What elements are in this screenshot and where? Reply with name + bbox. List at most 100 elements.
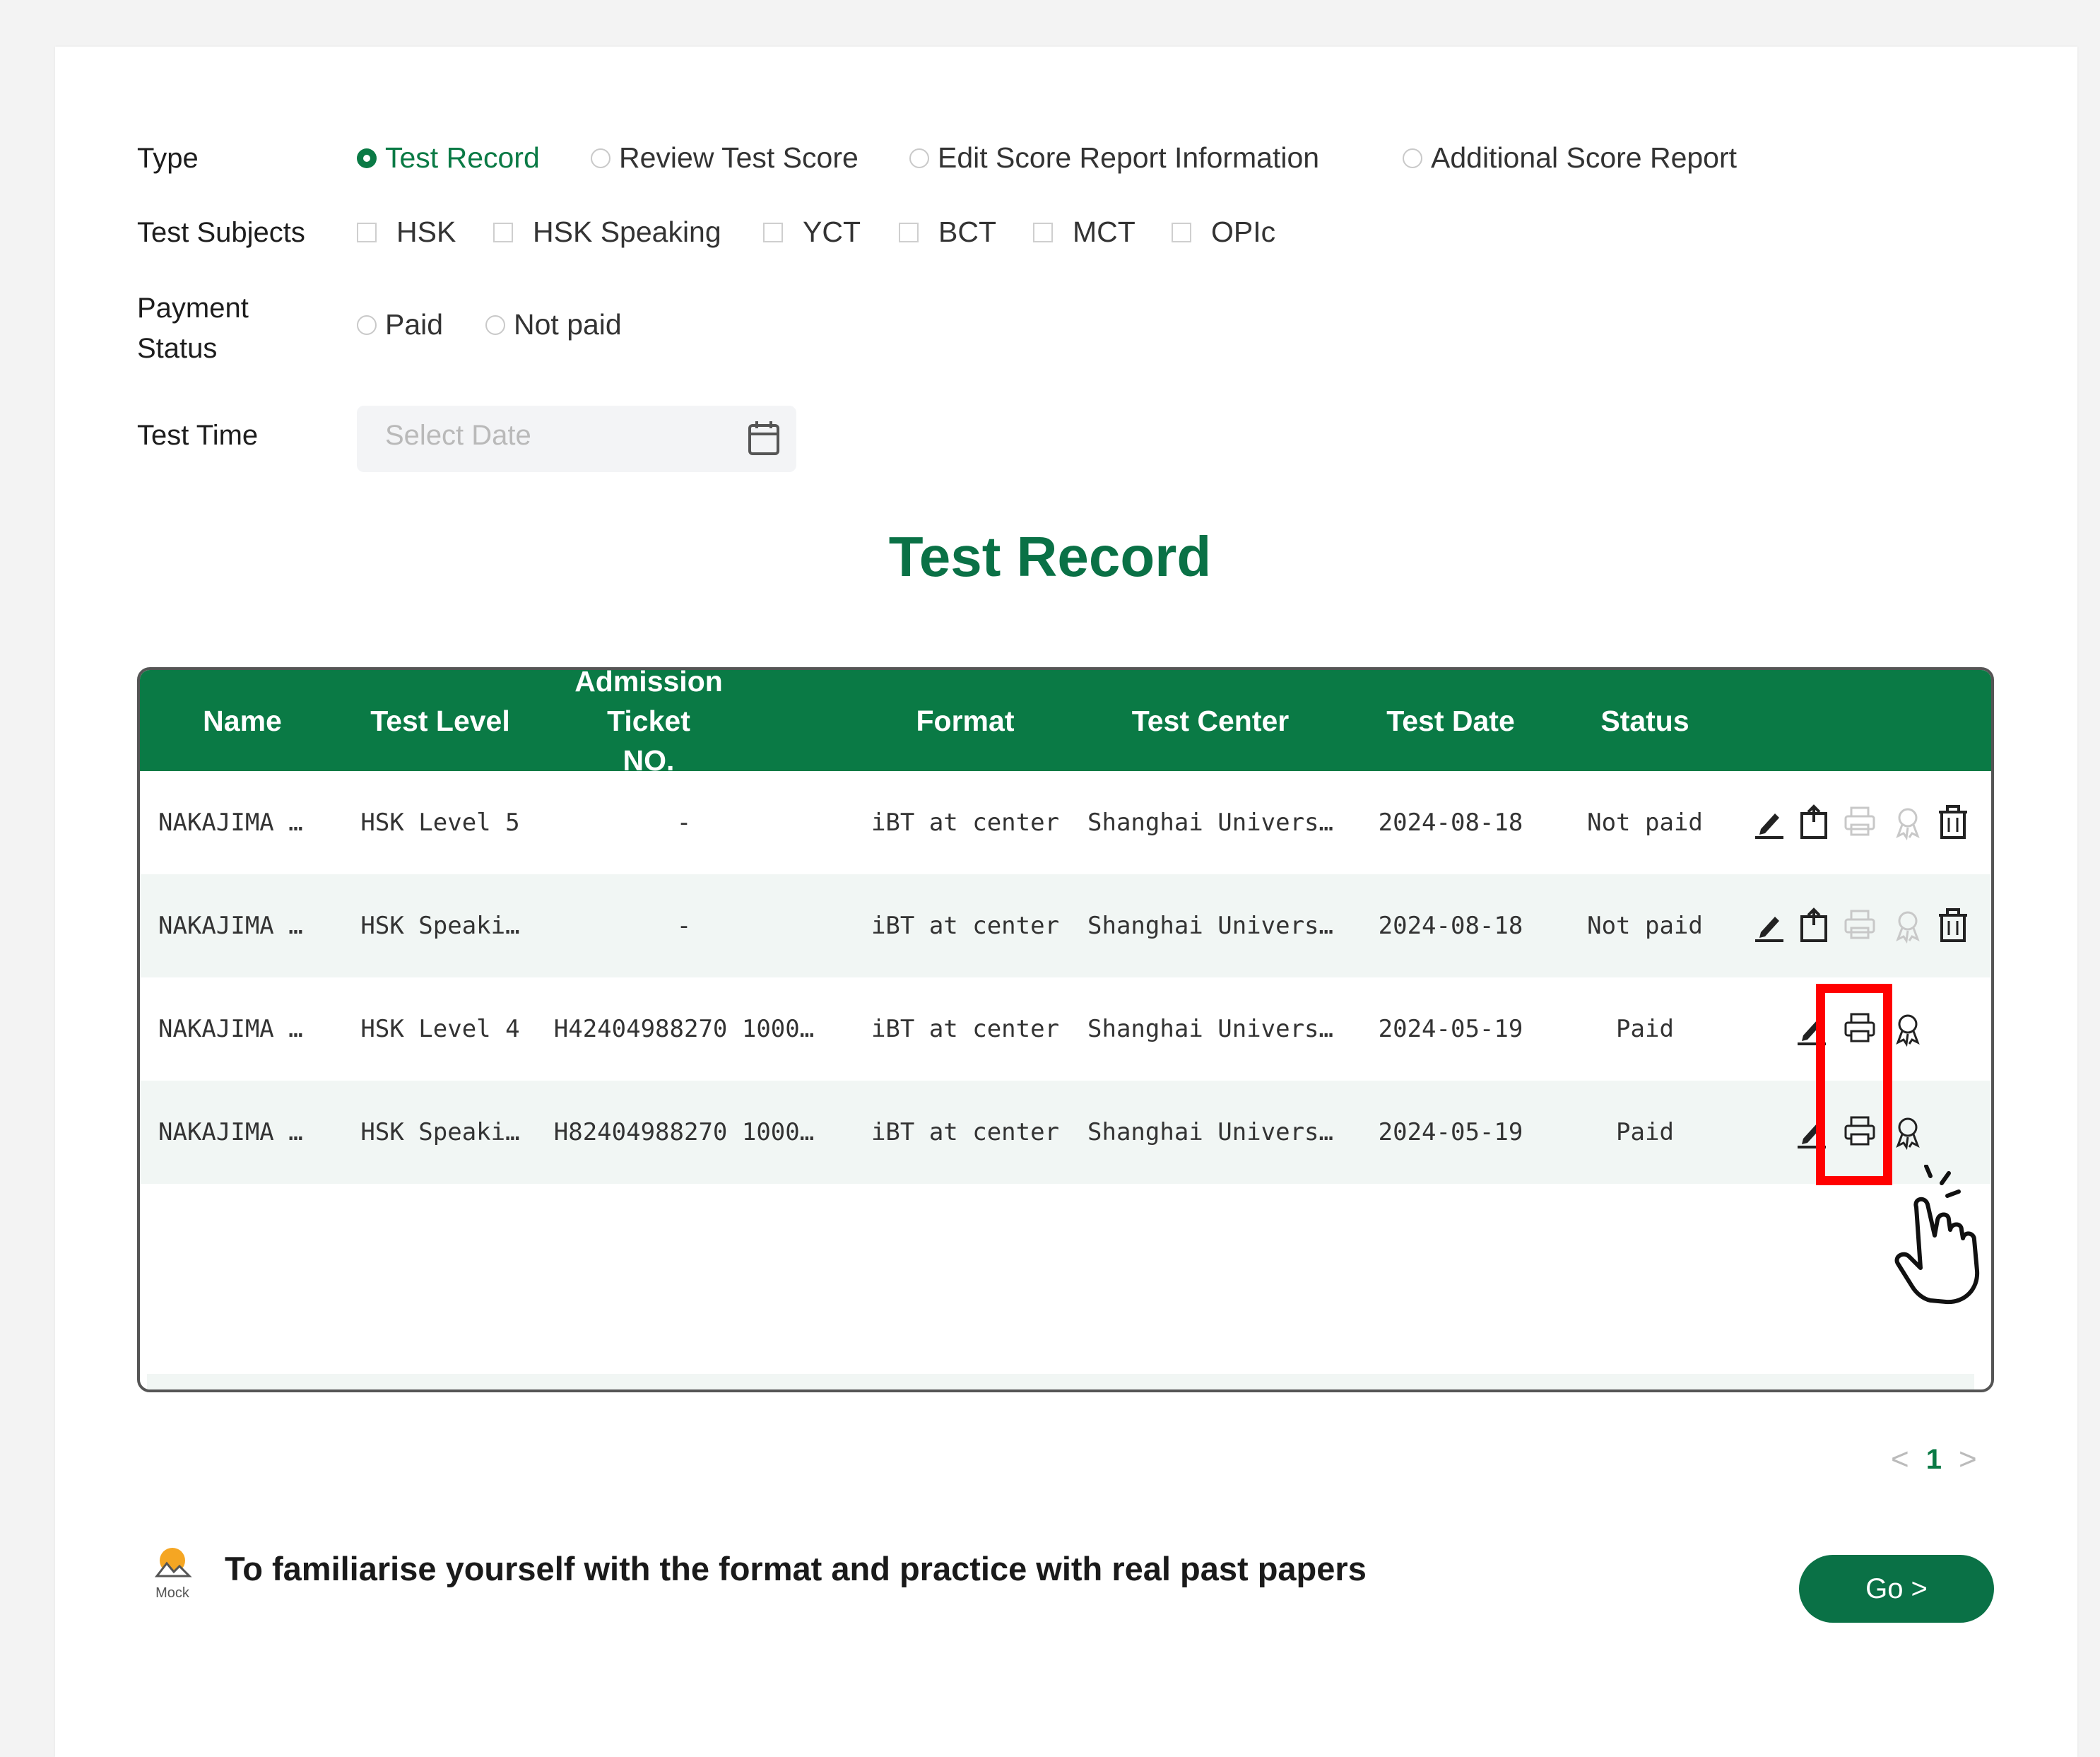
type-option-additional-score-report[interactable]: Additional Score Report	[1403, 141, 1737, 175]
go-button[interactable]: Go >	[1799, 1555, 1994, 1623]
edit-icon[interactable]	[1751, 804, 1788, 840]
certificate-icon[interactable]	[1889, 1010, 1926, 1047]
type-option-label: Review Test Score	[619, 141, 859, 174]
page-title: Test Record	[888, 525, 1212, 588]
header-ticket-line1: Admission Ticket	[574, 667, 723, 737]
header-format: Format	[916, 704, 1015, 737]
row-actions	[1751, 771, 1984, 874]
checkbox-icon	[357, 222, 377, 242]
subject-label: BCT	[938, 216, 996, 248]
cell-test-level: HSK Level 4	[360, 1015, 520, 1043]
subject-hsk[interactable]: HSK	[357, 216, 456, 249]
checkbox-icon	[1033, 222, 1053, 242]
mock-logo-text: Mock	[155, 1585, 190, 1601]
table-header: Name Test Level Admission Ticket NO. For…	[140, 667, 1991, 777]
cell-name: NAKAJIMA …	[158, 1015, 303, 1043]
subject-hsk-speaking[interactable]: HSK Speaking	[493, 216, 721, 249]
header-test-center: Test Center	[1131, 704, 1290, 737]
cell-status: Paid	[1616, 1015, 1674, 1043]
date-picker[interactable]: Select Date	[357, 406, 796, 472]
header-test-date: Test Date	[1386, 704, 1515, 737]
table-scroll-track	[147, 1374, 1974, 1389]
subject-label: YCT	[803, 216, 861, 248]
radio-icon	[909, 148, 929, 168]
radio-icon	[591, 148, 610, 168]
cell-test-center: Shanghai Univers…	[1087, 1015, 1333, 1043]
table-row: NAKAJIMA … HSK Level 4 H42404988270 1000…	[140, 977, 1991, 1081]
cell-name: NAKAJIMA …	[158, 912, 303, 940]
test-record-table: Name Test Level Admission Ticket NO. For…	[137, 667, 1994, 1392]
next-page-button[interactable]: >	[1959, 1442, 1977, 1477]
mock-logo-icon: Mock	[154, 1548, 192, 1601]
type-option-label: Edit Score Report Information	[938, 141, 1320, 174]
checkbox-icon	[899, 222, 919, 242]
payment-option-not-paid[interactable]: Not paid	[485, 308, 622, 341]
radio-icon	[357, 315, 377, 335]
radio-icon	[1403, 148, 1422, 168]
type-option-edit-score-report[interactable]: Edit Score Report Information	[909, 141, 1319, 175]
edit-icon[interactable]	[1751, 907, 1788, 944]
type-label: Type	[137, 143, 199, 174]
subject-label: MCT	[1073, 216, 1135, 248]
cell-test-level: HSK Speaki…	[360, 1118, 520, 1146]
subject-mct[interactable]: MCT	[1033, 216, 1135, 249]
cell-format: iBT at center	[871, 912, 1060, 940]
print-icon-disabled	[1844, 910, 1875, 939]
cell-admission-ticket: -	[676, 912, 692, 940]
subject-bct[interactable]: BCT	[899, 216, 996, 249]
cell-name: NAKAJIMA …	[158, 809, 303, 837]
header-test-level: Test Level	[370, 704, 510, 737]
cell-admission-ticket: -	[676, 809, 692, 837]
print-icon-disabled	[1844, 806, 1875, 836]
subject-label: HSK	[396, 216, 456, 248]
cell-test-center: Shanghai Univers…	[1087, 809, 1333, 837]
delete-icon[interactable]	[1935, 804, 1971, 840]
cell-test-date: 2024-08-18	[1378, 912, 1523, 940]
payment-option-label: Paid	[385, 308, 444, 341]
radio-icon	[485, 315, 505, 335]
payment-status-label-line1: Payment	[137, 293, 249, 324]
upload-document-icon[interactable]	[1796, 907, 1833, 944]
cell-test-level: HSK Level 5	[360, 809, 520, 837]
header-name: Name	[203, 704, 282, 737]
cell-test-center: Shanghai Univers…	[1087, 912, 1333, 940]
table-row: NAKAJIMA … HSK Speaki… H82404988270 1000…	[140, 1081, 1991, 1184]
header-status: Status	[1600, 704, 1689, 737]
cell-status: Not paid	[1587, 912, 1703, 940]
test-time-label: Test Time	[137, 420, 259, 451]
payment-option-paid[interactable]: Paid	[357, 308, 443, 341]
radio-checked-icon	[357, 148, 377, 168]
table-row: NAKAJIMA … HSK Level 5 - iBT at center S…	[140, 771, 1991, 874]
prev-page-button[interactable]: <	[1891, 1442, 1909, 1477]
page-number[interactable]: 1	[1926, 1444, 1942, 1476]
payment-status-label-line2: Status	[137, 333, 218, 364]
cell-test-date: 2024-08-18	[1378, 809, 1523, 837]
pagination: < 1 >	[1891, 1438, 1977, 1481]
type-option-test-record[interactable]: Test Record	[357, 141, 540, 175]
cell-test-center: Shanghai Univers…	[1087, 1118, 1333, 1146]
date-placeholder: Select Date	[385, 420, 531, 451]
subject-label: OPIc	[1211, 216, 1276, 248]
type-option-review-test-score[interactable]: Review Test Score	[591, 141, 859, 175]
print-highlight-box	[1816, 984, 1892, 1185]
cell-admission-ticket: H42404988270 1000…	[553, 1015, 815, 1043]
header-admission-ticket: Admission Ticket NO.	[543, 667, 755, 777]
type-option-label: Test Record	[385, 141, 540, 174]
subject-yct[interactable]: YCT	[763, 216, 861, 249]
table-row: NAKAJIMA … HSK Speaki… - iBT at center S…	[140, 874, 1991, 977]
certificate-icon-disabled	[1896, 808, 1920, 840]
delete-icon[interactable]	[1935, 907, 1971, 944]
cell-status: Paid	[1616, 1118, 1674, 1146]
cell-status: Not paid	[1587, 809, 1703, 837]
cell-name: NAKAJIMA …	[158, 1118, 303, 1146]
subject-opic[interactable]: OPIc	[1172, 216, 1275, 249]
test-subjects-label: Test Subjects	[137, 217, 305, 248]
payment-option-label: Not paid	[514, 308, 622, 341]
calendar-icon	[748, 421, 779, 455]
subject-label: HSK Speaking	[533, 216, 721, 248]
pointing-hand-icon	[1894, 1165, 1980, 1305]
cell-admission-ticket: H82404988270 1000…	[553, 1118, 815, 1146]
certificate-icon[interactable]	[1889, 1113, 1926, 1150]
certificate-icon-disabled	[1896, 911, 1920, 944]
upload-document-icon[interactable]	[1796, 804, 1833, 840]
